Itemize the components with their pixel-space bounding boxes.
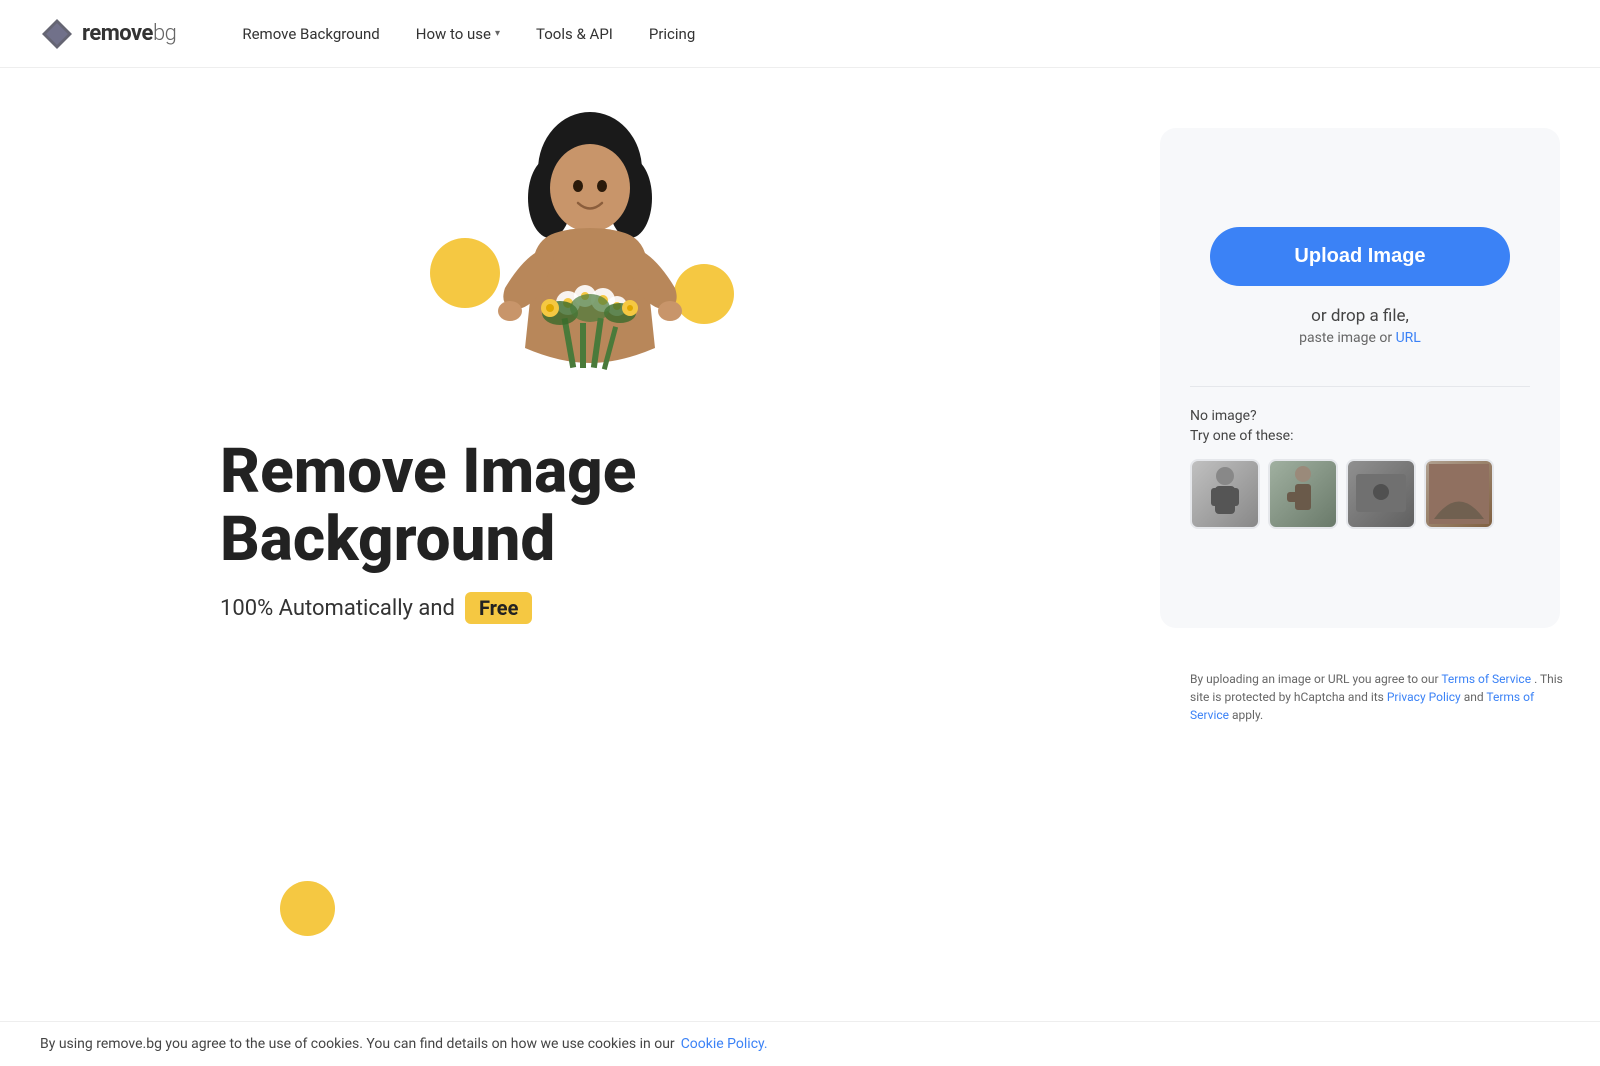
cookie-text: By using remove.bg you agree to the use … (40, 1036, 675, 1052)
terms-of-service-link[interactable]: Terms of Service (1441, 672, 1531, 686)
sample-images (1190, 459, 1530, 529)
cookie-policy-link[interactable]: Cookie Policy. (681, 1036, 768, 1052)
hero-subtitle: 100% Automatically and Free (220, 592, 636, 624)
nav-pricing[interactable]: Pricing (631, 17, 713, 51)
drop-text: or drop a file, (1311, 306, 1409, 326)
hero-woman-figure (460, 108, 720, 408)
hero-image-container (400, 108, 780, 408)
logo-link[interactable]: removebg (40, 17, 176, 51)
chevron-down-icon: ▾ (495, 28, 500, 39)
nav-tools-api[interactable]: Tools & API (518, 17, 631, 51)
hero-section: Remove Image Background 100% Automatical… (0, 68, 1160, 1016)
hero-text: Remove Image Background 100% Automatical… (220, 438, 636, 624)
terms-text: By uploading an image or URL you agree t… (1180, 670, 1580, 724)
cookie-banner: By using remove.bg you agree to the use … (0, 1021, 1600, 1066)
nav-links: Remove Background How to use ▾ Tools & A… (224, 17, 713, 51)
navbar: removebg Remove Background How to use ▾ … (0, 0, 1600, 68)
nav-how-to-use[interactable]: How to use ▾ (398, 17, 518, 51)
sample-thumb-3[interactable] (1346, 459, 1416, 529)
sample-thumb-1[interactable] (1190, 459, 1260, 529)
privacy-policy-link[interactable]: Privacy Policy (1387, 690, 1461, 704)
upload-image-button[interactable]: Upload Image (1210, 227, 1510, 286)
bottom-circle-decoration (280, 881, 335, 936)
sample-thumb-4[interactable] (1424, 459, 1494, 529)
main-content: Remove Image Background 100% Automatical… (0, 68, 1600, 1016)
sample-label: No image? Try one of these: (1190, 407, 1530, 446)
paste-text: paste image or URL (1299, 330, 1421, 346)
sample-section: No image? Try one of these: (1190, 386, 1530, 528)
sample-thumb-2[interactable] (1268, 459, 1338, 529)
upload-panel: Upload Image or drop a file, paste image… (1160, 128, 1560, 628)
hero-title: Remove Image Background (220, 438, 636, 574)
right-panel-wrapper: Upload Image or drop a file, paste image… (1160, 68, 1600, 1016)
nav-remove-background[interactable]: Remove Background (224, 17, 397, 51)
logo-icon (40, 17, 74, 51)
logo-text: removebg (82, 21, 176, 46)
free-badge: Free (465, 592, 532, 624)
url-link[interactable]: URL (1396, 330, 1421, 346)
